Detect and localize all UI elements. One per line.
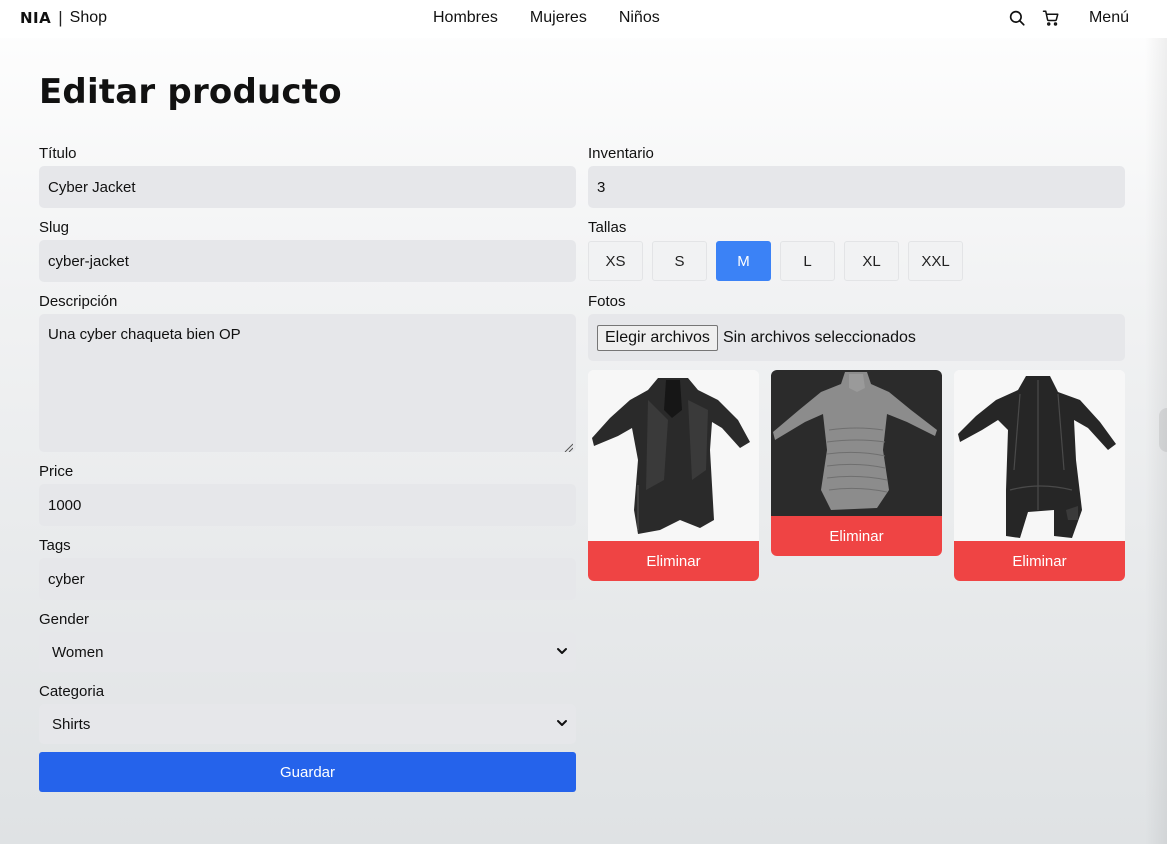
slug-input[interactable]: cyber-jacket xyxy=(39,240,576,282)
tags-label: Tags xyxy=(39,537,71,554)
description-label: Descripción xyxy=(39,293,118,310)
product-photo-card: Eliminar xyxy=(954,370,1125,581)
nav-link-mujeres[interactable]: Mujeres xyxy=(530,9,587,27)
product-photo-card: Eliminar xyxy=(771,370,942,556)
nav-link-ninos[interactable]: Niños xyxy=(619,9,660,27)
nav-actions: Menú xyxy=(1007,8,1129,28)
nav-link-hombres[interactable]: Hombres xyxy=(433,9,498,27)
category-select[interactable]: Shirts xyxy=(39,704,576,744)
gender-selected-value: Women xyxy=(52,643,104,661)
photos-label: Fotos xyxy=(588,293,626,310)
delete-photo-button[interactable]: Eliminar xyxy=(588,541,759,581)
size-option-xl[interactable]: XL xyxy=(844,241,899,281)
gender-label: Gender xyxy=(39,611,90,628)
search-icon[interactable] xyxy=(1007,8,1027,28)
title-label: Título xyxy=(39,145,77,162)
inventory-input[interactable]: 3 xyxy=(588,166,1125,208)
save-button[interactable]: Guardar xyxy=(39,752,576,792)
size-option-l[interactable]: L xyxy=(780,241,835,281)
size-option-m[interactable]: M xyxy=(716,241,771,281)
size-option-s[interactable]: S xyxy=(652,241,707,281)
slug-label: Slug xyxy=(39,219,70,236)
photos-file-input[interactable]: Elegir archivos Sin archivos seleccionad… xyxy=(588,314,1125,361)
category-selected-value: Shirts xyxy=(52,715,91,733)
sizes-label: Tallas xyxy=(588,219,627,236)
resize-grip-icon[interactable] xyxy=(563,439,574,453)
brand[interactable]: NIA | Shop xyxy=(20,8,107,28)
delete-photo-button[interactable]: Eliminar xyxy=(771,516,942,556)
nav-links: Hombres Mujeres Niños xyxy=(433,9,660,27)
chevron-down-icon xyxy=(556,716,568,733)
side-scroll-handle[interactable] xyxy=(1159,408,1167,452)
gender-select[interactable]: Women xyxy=(39,632,576,672)
description-textarea[interactable]: Una cyber chaqueta bien OP xyxy=(39,314,576,453)
tags-input[interactable]: cyber xyxy=(39,558,576,600)
inventory-label: Inventario xyxy=(588,145,654,162)
price-label: Price xyxy=(39,463,74,480)
product-photo-card: Eliminar xyxy=(588,370,759,581)
price-input[interactable]: 1000 xyxy=(39,484,576,526)
brand-separator: | xyxy=(58,8,63,27)
size-selector: XS S M L XL XXL xyxy=(588,241,963,281)
choose-files-button[interactable]: Elegir archivos xyxy=(597,324,718,351)
product-image xyxy=(588,370,759,541)
cart-icon[interactable] xyxy=(1041,8,1061,28)
title-input[interactable]: Cyber Jacket xyxy=(39,166,576,208)
page-title: Editar producto xyxy=(39,72,342,112)
brand-shop-label: Shop xyxy=(69,9,108,26)
file-status-text: Sin archivos seleccionados xyxy=(722,328,916,346)
brand-logo: NIA xyxy=(20,9,52,27)
delete-photo-button[interactable]: Eliminar xyxy=(954,541,1125,581)
size-option-xxl[interactable]: XXL xyxy=(908,241,963,281)
chevron-down-icon xyxy=(556,644,568,661)
menu-button[interactable]: Menú xyxy=(1089,9,1129,27)
category-label: Categoria xyxy=(39,683,105,700)
product-image xyxy=(954,370,1125,541)
size-option-xs[interactable]: XS xyxy=(588,241,643,281)
top-navbar: NIA | Shop Hombres Mujeres Niños Menú xyxy=(0,0,1167,38)
product-image xyxy=(771,370,942,516)
description-text: Una cyber chaqueta bien OP xyxy=(48,326,241,343)
